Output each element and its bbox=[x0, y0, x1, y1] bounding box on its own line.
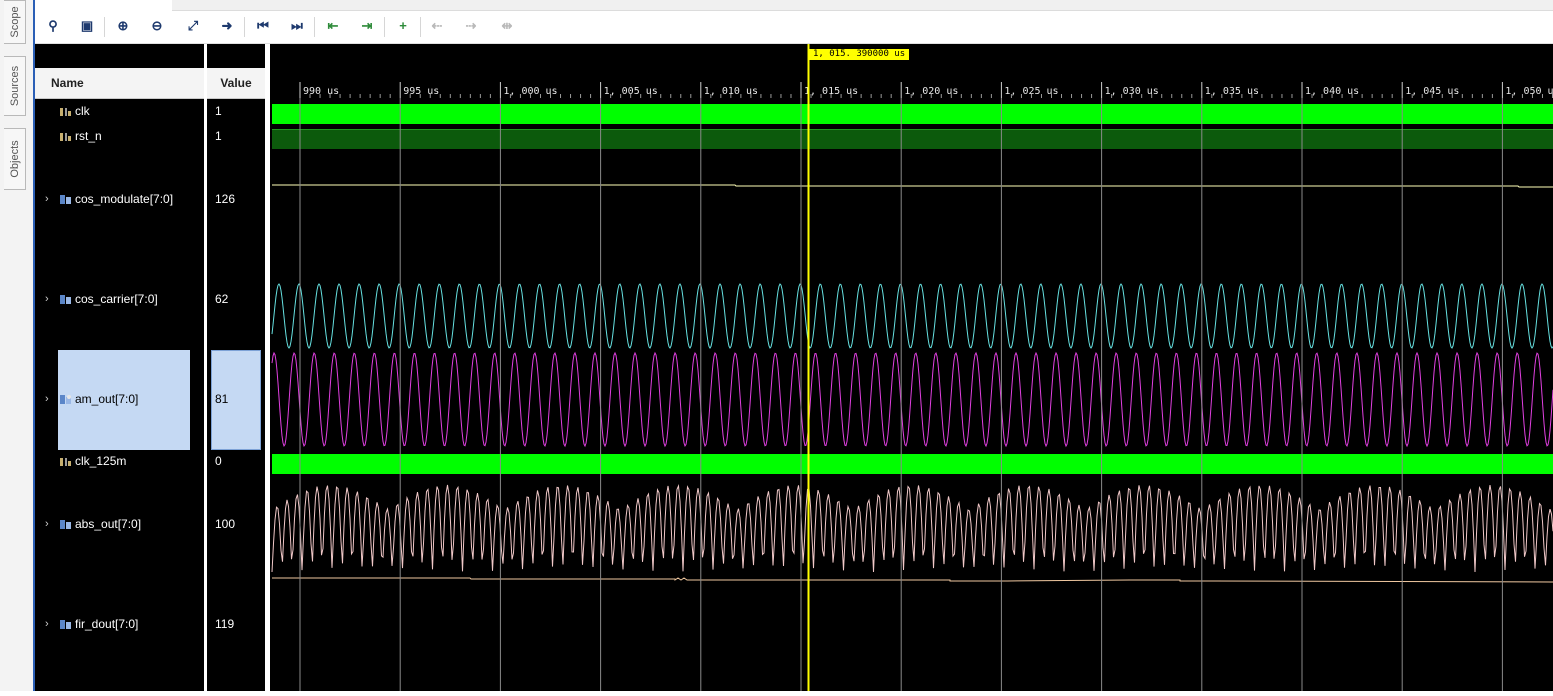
previous-transition-icon: ⇤ bbox=[327, 18, 339, 33]
waveform-canvas[interactable]: 990 us 995 us 1, 000 us 1, 005 us 1, 010 us 1… bbox=[270, 44, 1553, 691]
am-out-waveform bbox=[271, 351, 1553, 448]
ruler-tick-label: 990 us bbox=[303, 86, 339, 97]
zoom-out-button[interactable]: ⊖ bbox=[145, 15, 169, 37]
expand-toggle-icon[interactable]: › bbox=[45, 190, 49, 208]
search-button[interactable]: ⚲ bbox=[41, 15, 65, 37]
previous-marker-button[interactable]: ⇠ bbox=[425, 15, 449, 37]
go-to-time-0-button[interactable]: ⏮ bbox=[251, 15, 275, 37]
signal-name-cos-modulate[interactable]: cos_modulate[7:0] bbox=[75, 190, 173, 208]
signal-name-rst-n[interactable]: rst_n bbox=[75, 127, 102, 145]
go-to-cursor-button[interactable]: ➜ bbox=[215, 15, 239, 37]
next-transition-icon: ⇥ bbox=[361, 18, 373, 33]
cursor-time-label[interactable]: 1, 015. 390000 us bbox=[809, 49, 910, 60]
waveform-toolbar: ⚲ ▣ ⊕ ⊖ ⤢ ➜ ⏮ ⏭ ⇤ ⇥ + ⇠ ⇢ ⇹ bbox=[35, 11, 1553, 44]
side-tab-strip: Scope Sources Objects bbox=[0, 0, 34, 691]
zoom-fit-icon: ⤢ bbox=[187, 18, 199, 33]
waveform-view[interactable]: 990 us 995 us 1, 000 us 1, 005 us 1, 010 us 1… bbox=[270, 44, 1553, 691]
bus-signal-icon bbox=[60, 520, 71, 529]
tab-sources[interactable]: Sources bbox=[4, 56, 26, 116]
clk-125m-waveform bbox=[272, 454, 1553, 474]
zoom-fit-button[interactable]: ⤢ bbox=[181, 15, 205, 37]
zoom-in-button[interactable]: ⊕ bbox=[111, 15, 135, 37]
signal-name-clk[interactable]: clk bbox=[75, 102, 90, 120]
signal-name-fir-dout[interactable]: fir_dout[7:0] bbox=[75, 615, 138, 633]
clk-waveform bbox=[272, 104, 1553, 124]
go-to-time-0-icon: ⏮ bbox=[257, 18, 269, 33]
name-column-header[interactable]: Name bbox=[35, 68, 204, 99]
tab-sources-label: Sources bbox=[8, 65, 21, 107]
bus-signal-icon bbox=[60, 620, 71, 629]
next-marker-icon: ⇢ bbox=[465, 18, 477, 33]
tab-objects[interactable]: Objects bbox=[4, 128, 26, 190]
cos-carrier-waveform bbox=[271, 283, 1553, 349]
toolbar-separator bbox=[104, 17, 105, 37]
search-icon: ⚲ bbox=[48, 18, 58, 33]
abs-out-waveform bbox=[271, 484, 1553, 573]
toolbar-separator bbox=[244, 17, 245, 37]
bit-signal-icon bbox=[60, 108, 71, 116]
swap-cursors-icon: ⇹ bbox=[501, 18, 513, 33]
signal-value-fir-dout[interactable]: 119 bbox=[215, 615, 234, 633]
swap-cursors-button[interactable]: ⇹ bbox=[495, 15, 519, 37]
title-strip bbox=[172, 0, 1553, 11]
bus-signal-icon bbox=[60, 295, 71, 304]
fir-dout-waveform bbox=[272, 577, 1553, 583]
ruler-tick-label: 995 us bbox=[403, 86, 439, 97]
tab-scope[interactable]: Scope bbox=[4, 0, 26, 44]
previous-marker-icon: ⇠ bbox=[431, 18, 443, 33]
expand-toggle-icon[interactable]: › bbox=[45, 290, 49, 308]
save-icon: ▣ bbox=[80, 18, 94, 33]
add-marker-icon: + bbox=[399, 18, 407, 33]
tab-objects-label: Objects bbox=[8, 140, 21, 178]
signal-name-clk-125m[interactable]: clk_125m bbox=[75, 452, 126, 470]
toolbar-separator bbox=[420, 17, 421, 37]
name-header-label: Name bbox=[51, 76, 84, 90]
toolbar-separator bbox=[314, 17, 315, 37]
zoom-out-icon: ⊖ bbox=[151, 18, 163, 33]
tab-scope-label: Scope bbox=[8, 6, 21, 38]
rst-n-waveform bbox=[272, 129, 1553, 149]
bit-signal-icon bbox=[60, 458, 71, 466]
value-column-header[interactable]: Value bbox=[207, 68, 265, 99]
next-marker-button[interactable]: ⇢ bbox=[459, 15, 483, 37]
signal-value-cos-modulate[interactable]: 126 bbox=[215, 190, 235, 208]
next-transition-button[interactable]: ⇥ bbox=[355, 15, 379, 37]
add-marker-button[interactable]: + bbox=[391, 15, 415, 37]
toolbar-separator bbox=[384, 17, 385, 37]
expand-toggle-icon[interactable]: › bbox=[45, 515, 49, 533]
signal-value-am-out[interactable]: 81 bbox=[215, 390, 228, 408]
bus-signal-icon bbox=[60, 195, 71, 204]
expand-toggle-icon[interactable]: › bbox=[45, 390, 49, 408]
save-button[interactable]: ▣ bbox=[75, 15, 99, 37]
signal-value-rst-n[interactable]: 1 bbox=[215, 127, 222, 145]
go-to-last-time-button[interactable]: ⏭ bbox=[285, 15, 309, 37]
cos-modulate-waveform bbox=[272, 184, 1553, 188]
signal-value-clk[interactable]: 1 bbox=[215, 102, 222, 120]
go-to-cursor-icon: ➜ bbox=[221, 18, 233, 33]
signal-value-cos-carrier[interactable]: 62 bbox=[215, 290, 228, 308]
signal-value-abs-out[interactable]: 100 bbox=[215, 515, 235, 533]
expand-toggle-icon[interactable]: › bbox=[45, 615, 49, 633]
signal-name-am-out[interactable]: am_out[7:0] bbox=[75, 390, 138, 408]
signal-value-clk-125m[interactable]: 0 bbox=[215, 452, 222, 470]
zoom-in-icon: ⊕ bbox=[117, 18, 129, 33]
signal-name-cos-carrier[interactable]: cos_carrier[7:0] bbox=[75, 290, 158, 308]
value-header-label: Value bbox=[220, 76, 252, 90]
signal-name-abs-out[interactable]: abs_out[7:0] bbox=[75, 515, 141, 533]
output-bus-icon bbox=[60, 395, 71, 404]
previous-transition-button[interactable]: ⇤ bbox=[321, 15, 345, 37]
bit-signal-icon bbox=[60, 133, 71, 141]
go-to-last-time-icon: ⏭ bbox=[291, 18, 303, 33]
